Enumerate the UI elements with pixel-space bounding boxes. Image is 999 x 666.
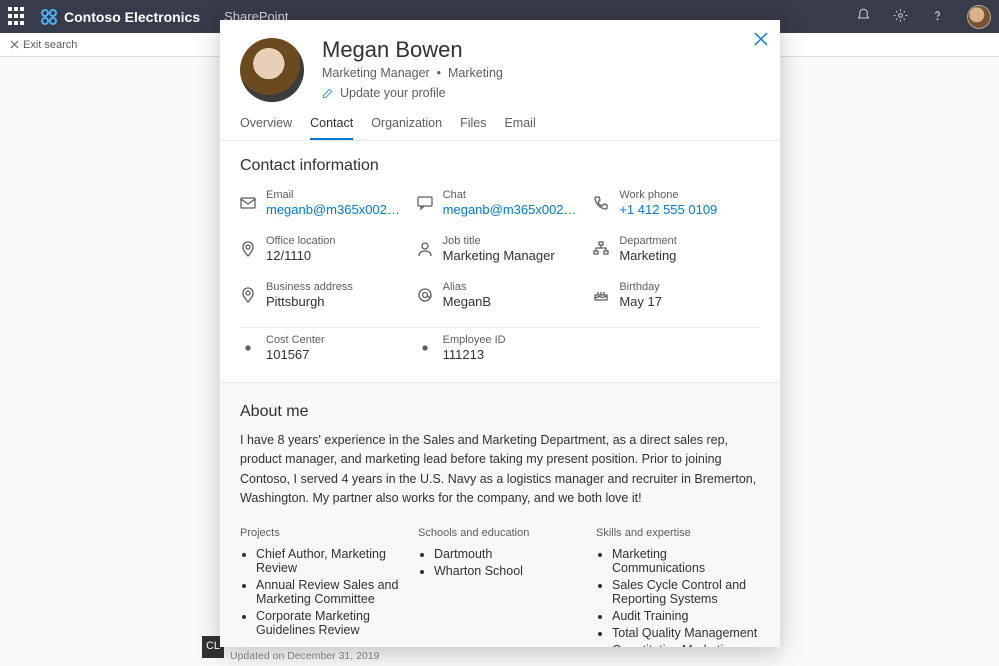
org-icon: [593, 241, 609, 257]
field-value: Marketing Manager: [443, 248, 555, 263]
profile-tabs: Overview Contact Organization Files Emai…: [220, 102, 780, 141]
field-value[interactable]: meganb@m365x002621.on…: [443, 202, 583, 217]
field-label: Email: [266, 189, 406, 201]
brand-name: Contoso Electronics: [64, 9, 200, 25]
field-value: Marketing: [619, 248, 676, 263]
profile-name: Megan Bowen: [322, 38, 503, 62]
about-heading: About me: [240, 403, 760, 421]
contact-field: Cost Center101567: [240, 334, 407, 362]
field-value[interactable]: meganb@m365x002621.on…: [266, 202, 406, 217]
phone-icon: [593, 195, 609, 211]
list-item: Total Quality Management: [612, 626, 760, 640]
help-icon[interactable]: [930, 8, 945, 26]
list-item: Dartmouth: [434, 547, 582, 561]
contact-field: BirthdayMay 17: [593, 281, 760, 309]
list-item: Corporate Marketing Guidelines Review: [256, 609, 404, 637]
app-launcher-icon[interactable]: [8, 7, 28, 27]
list-item: Wharton School: [434, 564, 582, 578]
update-profile-link[interactable]: Update your profile: [322, 86, 503, 100]
exit-search-link[interactable]: Exit search: [10, 39, 77, 51]
result-updated: Updated on December 31, 2019: [230, 649, 491, 664]
about-text: I have 8 years' experience in the Sales …: [240, 431, 760, 509]
field-value: May 17: [619, 294, 662, 309]
field-value: 12/1110: [266, 248, 336, 263]
brand-logo-icon: [40, 8, 58, 26]
field-label: Chat: [443, 189, 583, 201]
schools-list: Dartmouth Wharton School: [418, 547, 582, 578]
field-label: Office location: [266, 235, 336, 247]
tab-files[interactable]: Files: [460, 116, 486, 140]
contact-field: AliasMeganB: [417, 281, 584, 309]
list-item: Annual Review Sales and Marketing Commit…: [256, 578, 404, 606]
bullet-icon: [417, 340, 433, 356]
field-label: Employee ID: [443, 334, 506, 346]
field-value[interactable]: +1 412 555 0109: [619, 202, 717, 217]
field-label: Work phone: [619, 189, 717, 201]
profile-card-modal: Megan Bowen Marketing Manager • Marketin…: [220, 20, 780, 647]
bullet-icon: [240, 340, 256, 356]
close-button[interactable]: [752, 30, 770, 48]
field-label: Job title: [443, 235, 555, 247]
projects-list: Chief Author, Marketing Review Annual Rev…: [240, 547, 404, 637]
contact-field: Emailmeganb@m365x002621.on…: [240, 189, 407, 217]
field-label: Department: [619, 235, 676, 247]
skills-list: Marketing Communications Sales Cycle Cont…: [596, 547, 760, 648]
mail-icon: [240, 195, 256, 211]
cake-icon: [593, 287, 609, 303]
contact-field: Job titleMarketing Manager: [417, 235, 584, 263]
tab-email[interactable]: Email: [504, 116, 535, 140]
list-item: Audit Training: [612, 609, 760, 623]
person-icon: [417, 241, 433, 257]
field-value: 111213: [443, 347, 506, 362]
list-item: Chief Author, Marketing Review: [256, 547, 404, 575]
profile-title: Marketing Manager • Marketing: [322, 66, 503, 80]
projects-heading: Projects: [240, 527, 404, 539]
tab-overview[interactable]: Overview: [240, 116, 292, 140]
user-avatar[interactable]: [967, 5, 991, 29]
contact-field: Chatmeganb@m365x002621.on…: [417, 189, 584, 217]
gear-icon[interactable]: [893, 8, 908, 26]
contact-field: Business addressPittsburgh: [240, 281, 407, 309]
contact-field: DepartmentMarketing: [593, 235, 760, 263]
contact-field: Work phone+1 412 555 0109: [593, 189, 760, 217]
field-label: Cost Center: [266, 334, 325, 346]
list-item: Quantitative Marketing Analysis: [612, 643, 760, 648]
bell-icon[interactable]: [856, 8, 871, 26]
field-value: MeganB: [443, 294, 491, 309]
list-item: Sales Cycle Control and Reporting System…: [612, 578, 760, 606]
contact-field: Office location12/1110: [240, 235, 407, 263]
field-label: Birthday: [619, 281, 662, 293]
field-label: Business address: [266, 281, 353, 293]
pin-icon: [240, 287, 256, 303]
exit-search-label: Exit search: [23, 39, 77, 51]
field-label: Alias: [443, 281, 491, 293]
profile-scroll[interactable]: Contact information Emailmeganb@m365x002…: [220, 141, 780, 647]
profile-photo: [240, 38, 304, 102]
tab-contact[interactable]: Contact: [310, 116, 353, 140]
tab-organization[interactable]: Organization: [371, 116, 442, 140]
schools-heading: Schools and education: [418, 527, 582, 539]
list-item: Marketing Communications: [612, 547, 760, 575]
pin-icon: [240, 241, 256, 257]
field-value: Pittsburgh: [266, 294, 353, 309]
at-icon: [417, 287, 433, 303]
skills-heading: Skills and expertise: [596, 527, 760, 539]
contact-field: Employee ID111213: [417, 334, 584, 362]
field-value: 101567: [266, 347, 325, 362]
contact-info-heading: Contact information: [240, 157, 760, 175]
chat-icon: [417, 195, 433, 211]
